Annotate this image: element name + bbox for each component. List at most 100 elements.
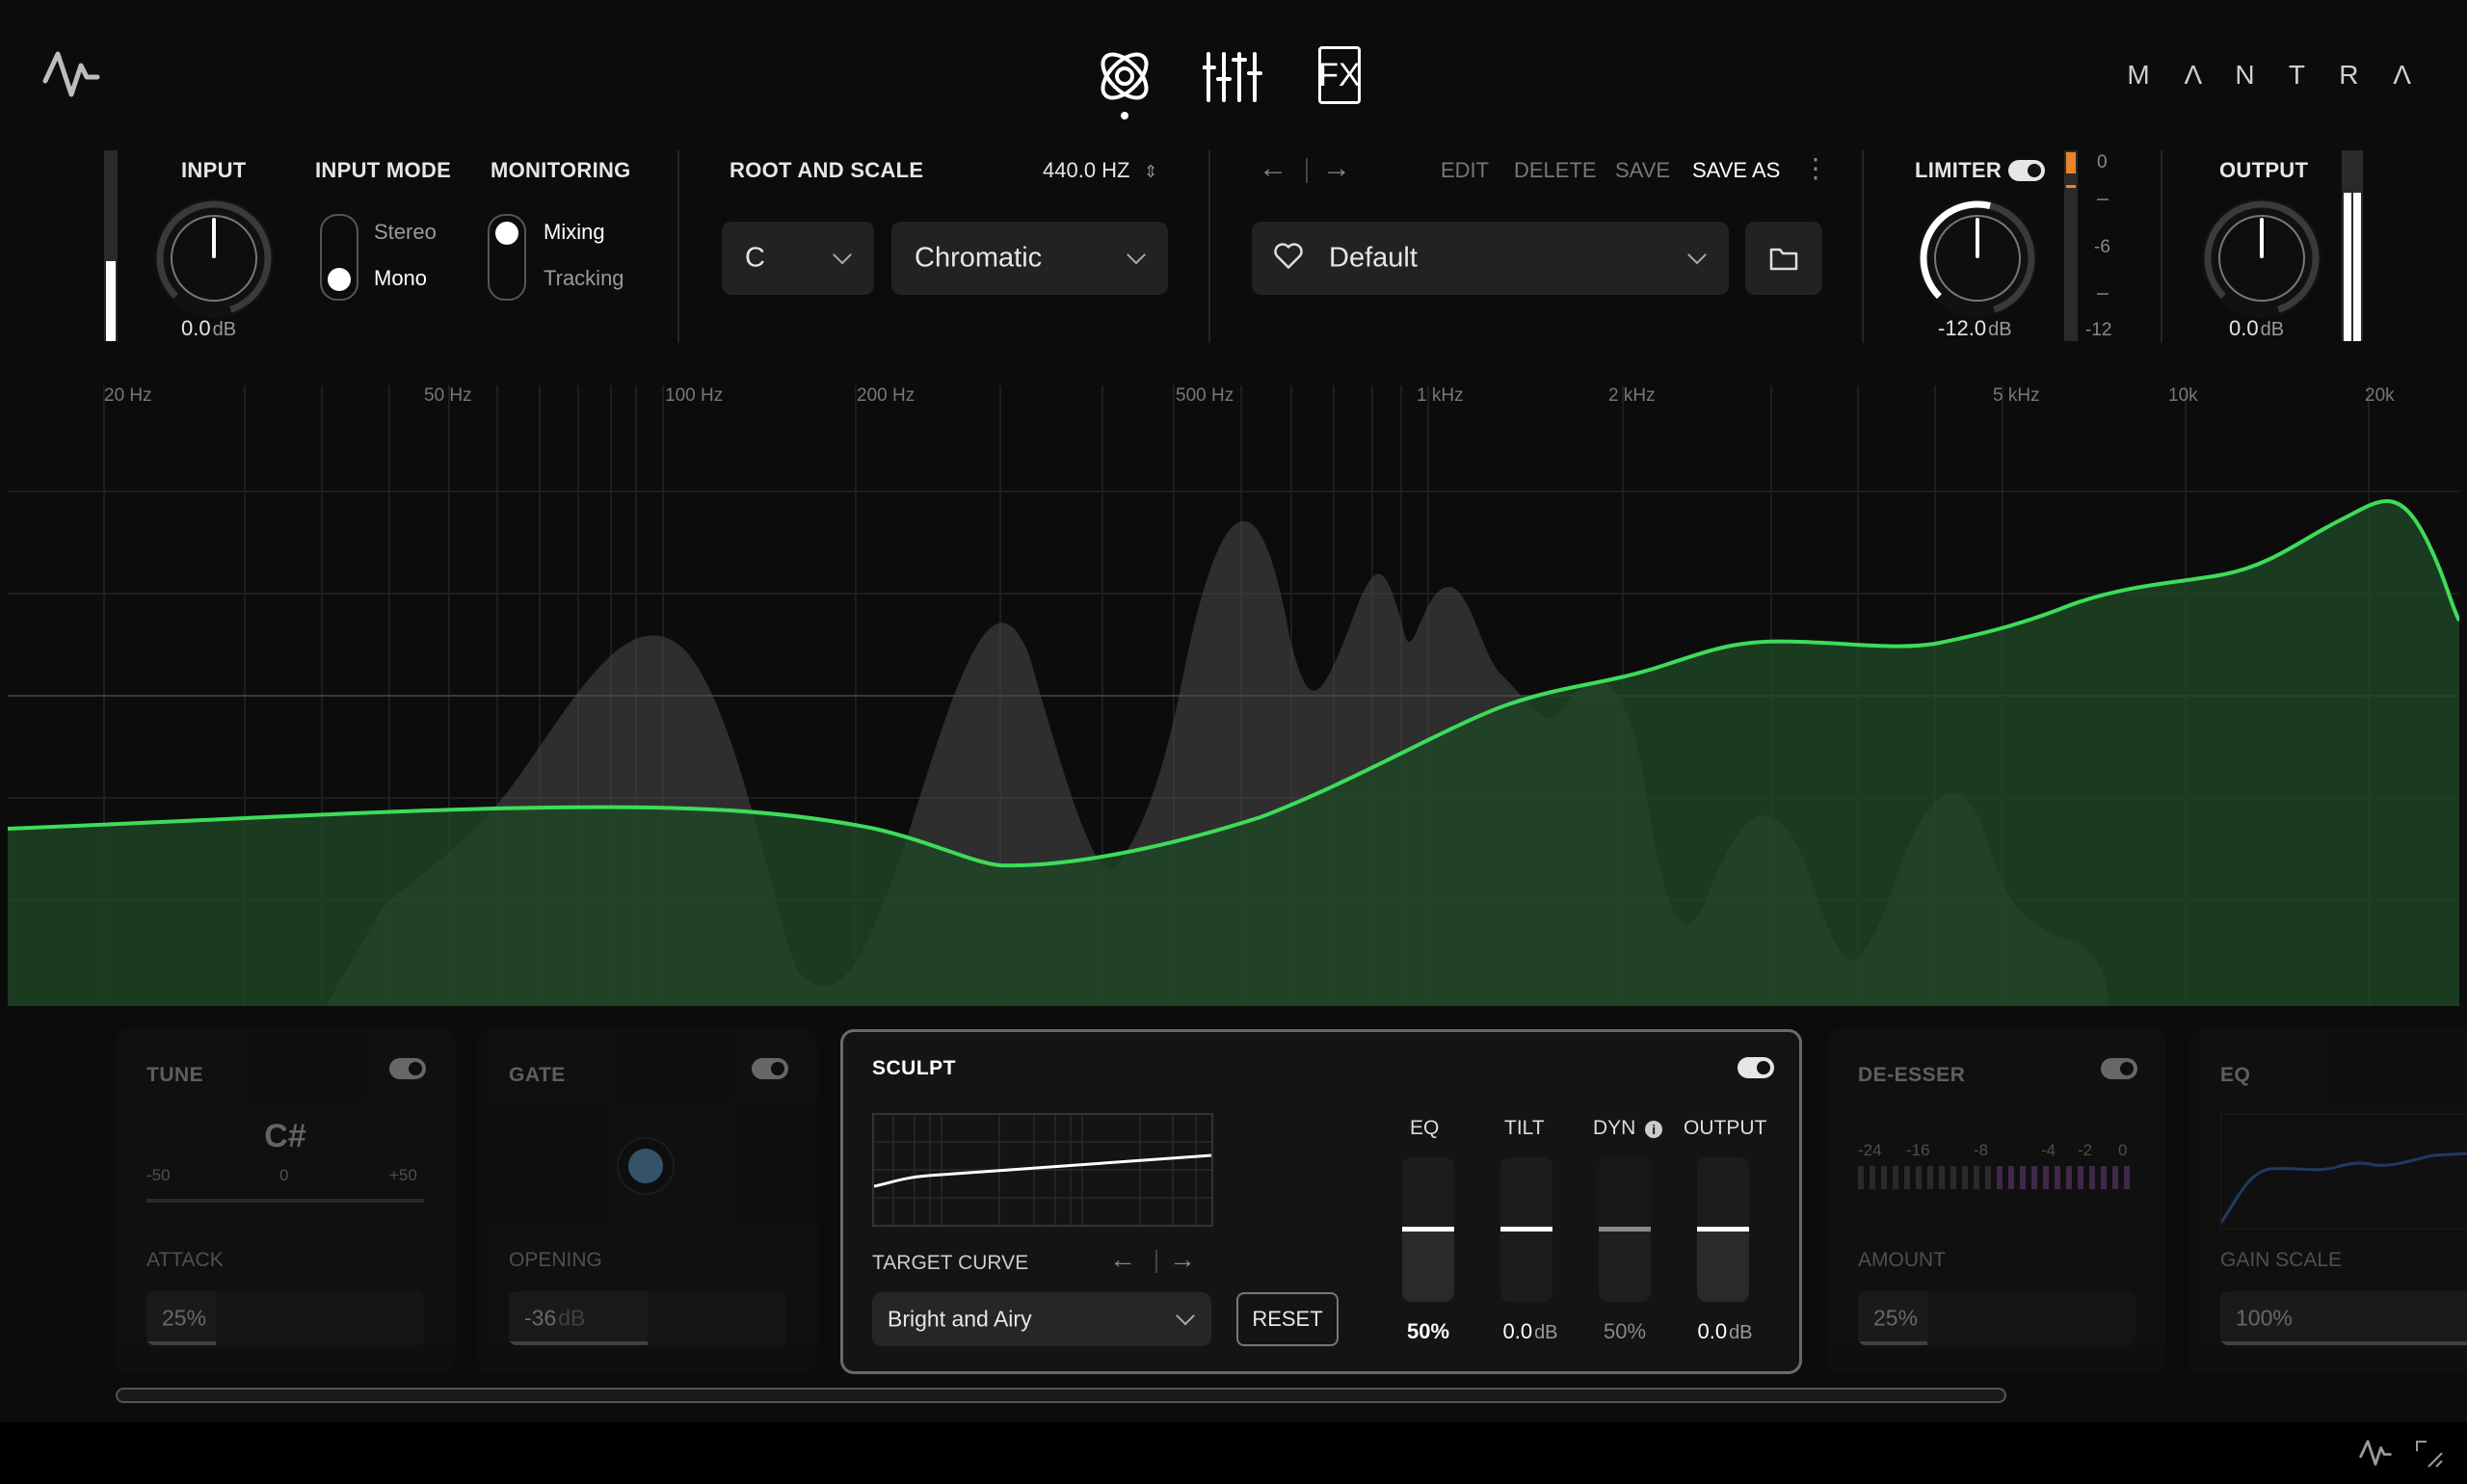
tune-scale-min: -50 (146, 1166, 171, 1184)
de-esser-meter-segment (1997, 1166, 2003, 1189)
dyn-fader[interactable] (1599, 1157, 1651, 1302)
limiter-scale-0: 0 (2097, 152, 2108, 172)
monitoring-mixing[interactable]: Mixing (544, 220, 605, 245)
eq-curve-preview (2219, 1114, 2467, 1230)
tune-title: TUNE (146, 1064, 204, 1086)
eq-gain-scale-slider[interactable]: 100% (2220, 1291, 2467, 1345)
sculpt-output-fader[interactable] (1697, 1157, 1749, 1302)
curve-prev-arrow-icon[interactable]: ← (1109, 1244, 1136, 1275)
resize-window-icon[interactable] (2415, 1440, 2444, 1469)
module-tune[interactable]: TUNE C# -50 0 +50 ATTACK 25% (116, 1029, 455, 1374)
de-esser-title: DE-ESSER (1858, 1064, 1966, 1086)
tune-meter (146, 1199, 424, 1203)
input-mode-mono[interactable]: Mono (374, 266, 427, 291)
freq-label: 500 Hz (1176, 385, 1234, 406)
gate-title: GATE (509, 1064, 566, 1086)
preset-save[interactable]: SAVE (1615, 158, 1670, 183)
limiter-gr-meter (2064, 150, 2078, 341)
input-knob[interactable] (154, 199, 274, 318)
tune-toggle[interactable] (389, 1058, 426, 1079)
de-esser-meter-segment (1858, 1166, 1864, 1189)
monitoring-label: MONITORING (491, 158, 631, 182)
redo-arrow-icon[interactable]: → (1322, 152, 1351, 185)
input-mode-switch[interactable] (320, 214, 358, 301)
de-esser-meter-segment (1870, 1166, 1875, 1189)
module-sculpt[interactable]: SCULPT TARGET CURVE ← → Bright and Airy … (840, 1029, 1802, 1374)
module-gate[interactable]: GATE OPENING -36dB (478, 1029, 817, 1374)
tab-fx[interactable]: FX (1318, 46, 1361, 104)
footer-logo-icon[interactable] (2359, 1436, 2392, 1469)
gate-toggle[interactable] (752, 1058, 788, 1079)
eq-fader-value: 50% (1406, 1319, 1450, 1343)
de-esser-meter-segment (2008, 1166, 2014, 1189)
de-esser-toggle[interactable] (2101, 1058, 2137, 1079)
de-esser-meter-segment (2066, 1166, 2072, 1189)
freq-label: 200 Hz (857, 385, 915, 406)
dyn-fader-label: DYN i (1593, 1117, 1663, 1140)
target-curve-label: TARGET CURVE (872, 1252, 1029, 1274)
root-note-dropdown[interactable]: C (722, 222, 874, 295)
folder-icon (1769, 248, 1798, 271)
spectrum-analyzer[interactable] (7, 385, 2461, 1006)
limiter-scale-12: -12 (2085, 320, 2112, 340)
chevron-down-icon (833, 245, 852, 265)
target-curve-dropdown[interactable]: Bright and Airy (872, 1292, 1211, 1346)
de-esser-meter-segment (1962, 1166, 1968, 1189)
undo-arrow-icon[interactable]: ← (1259, 152, 1287, 185)
eq-fader[interactable] (1402, 1157, 1454, 1302)
de-esser-meter-segment (2112, 1166, 2118, 1189)
preset-delete[interactable]: DELETE (1514, 158, 1597, 183)
limiter-scale-6: -6 (2094, 237, 2110, 257)
tab-mixer[interactable] (1201, 46, 1262, 106)
tilt-fader-value: 0.0 dB (1502, 1319, 1558, 1343)
module-eq[interactable]: EQ GAIN SCALE 100% (2189, 1029, 2467, 1374)
output-knob[interactable] (2202, 199, 2321, 318)
arrow-divider (1306, 158, 1308, 183)
de-esser-amount-slider[interactable]: 25% (1858, 1291, 2135, 1345)
input-mode-stereo[interactable]: Stereo (374, 220, 437, 245)
footer-bar (0, 1422, 2467, 1484)
preset-save-as[interactable]: SAVE AS (1692, 158, 1780, 183)
freq-label: 10k (2168, 385, 2198, 406)
preset-folder-button[interactable] (1745, 222, 1822, 295)
de-esser-meter-segment (2124, 1166, 2130, 1189)
de-esser-meter-segment (2078, 1166, 2083, 1189)
limiter-toggle[interactable] (2008, 160, 2045, 181)
more-options-icon[interactable]: ⋮ (1802, 152, 1829, 184)
curve-next-arrow-icon[interactable]: → (1169, 1244, 1196, 1275)
reset-button[interactable]: RESET (1236, 1292, 1339, 1346)
monitoring-tracking[interactable]: Tracking (544, 266, 624, 291)
preset-dropdown[interactable]: Default (1252, 222, 1729, 295)
sculpt-curve-preview (872, 1113, 1213, 1227)
chevron-down-icon (1127, 245, 1146, 265)
sculpt-toggle[interactable] (1738, 1057, 1774, 1078)
app-logo-icon[interactable] (42, 44, 100, 102)
input-label: INPUT (181, 158, 247, 182)
tilt-fader[interactable] (1500, 1157, 1552, 1302)
monitoring-switch[interactable] (488, 214, 526, 301)
limiter-scale-tick (2097, 293, 2109, 295)
preset-edit[interactable]: EDIT (1441, 158, 1489, 183)
curve-arrow-divider (1155, 1250, 1157, 1273)
modules-scrollbar[interactable] (116, 1388, 2006, 1403)
tuning-reference[interactable]: 440.0 HZ ⇕ (1043, 158, 1158, 183)
tune-scale-max: +50 (389, 1166, 417, 1184)
divider (677, 150, 679, 343)
de-esser-param-label: AMOUNT (1858, 1249, 1946, 1271)
de-esser-meter (1858, 1166, 2137, 1189)
brand-wordmark: M Λ N T R Λ (2127, 60, 2425, 90)
fx-label: FX (1318, 56, 1361, 93)
tune-attack-slider[interactable]: 25% (146, 1291, 424, 1345)
heart-icon[interactable] (1273, 242, 1304, 276)
info-icon[interactable]: i (1645, 1121, 1663, 1138)
gate-opening-slider[interactable]: -36dB (509, 1291, 786, 1345)
input-value: 0.0 dB (181, 316, 237, 340)
module-de-esser[interactable]: DE-ESSER -24 -16 -8 -4 -2 0 AMOUNT 25% (1827, 1029, 2166, 1374)
tab-sculpt[interactable] (1091, 42, 1158, 125)
de-esser-meter-segment (1939, 1166, 1945, 1189)
limiter-scale-tick (2097, 199, 2109, 200)
tune-scale-mid: 0 (279, 1166, 289, 1184)
output-label: OUTPUT (2219, 158, 2309, 182)
scale-dropdown[interactable]: Chromatic (891, 222, 1168, 295)
limiter-knob[interactable] (1918, 199, 2037, 318)
